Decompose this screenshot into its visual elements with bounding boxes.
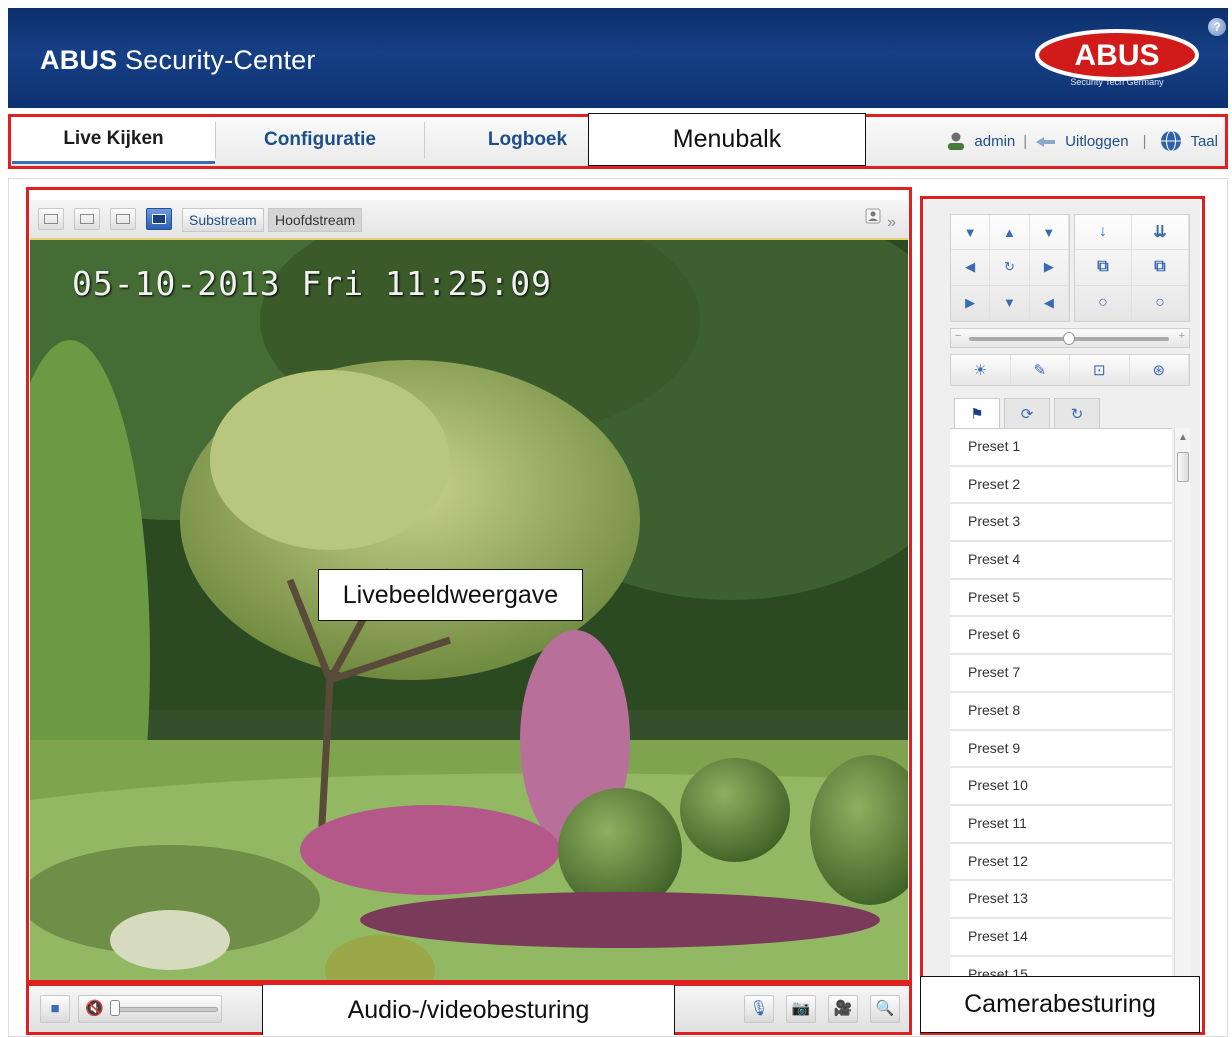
scroll-up-icon[interactable]: ▲ [1178, 432, 1188, 443]
ptz-down-left-button[interactable]: ▶ [951, 285, 991, 321]
preset-list: Preset 1 Preset 2 Preset 3 Preset 4 Pres… [950, 428, 1172, 983]
microphone-icon[interactable]: 🎙 [744, 995, 774, 1023]
user-area: admin | Uitloggen | Taal [946, 130, 1218, 152]
tab-live-view[interactable]: Live Kijken [12, 116, 215, 164]
aspect-4-3-button[interactable] [38, 208, 64, 230]
ptz-down-button[interactable]: ▼ [990, 285, 1030, 321]
lens-init-icon[interactable]: ⊛ [1130, 355, 1189, 385]
aspect-auto-button[interactable] [146, 208, 172, 230]
osd-timestamp: 05-10-2013 Fri 11:25:09 [72, 264, 552, 303]
light-icon[interactable]: ☀ [951, 355, 1011, 385]
menubar-callout: Menubalk [588, 113, 866, 166]
help-icon[interactable]: ? [1208, 18, 1226, 36]
focus-far-button[interactable]: ⧉ [1132, 250, 1189, 286]
preset-item[interactable]: Preset 10 [950, 768, 1172, 806]
preset-item[interactable]: Preset 2 [950, 467, 1172, 505]
zoom-out-button[interactable]: ⇊ [1132, 215, 1189, 251]
preset-item[interactable]: Preset 13 [950, 881, 1172, 919]
username-link[interactable]: admin [974, 133, 1015, 150]
live-view-callout: Livebeeldweergave [318, 569, 583, 621]
image-tools: ☀ ✎ ⊡ ⊛ [950, 354, 1190, 386]
ptz-direction-pad: ▼ ▲ ▼ ◀ ↻ ▶ ▶ ▼ ◀ [950, 214, 1070, 322]
scroll-thumb[interactable] [1177, 452, 1189, 482]
person-icon [865, 208, 881, 224]
preset-scrollbar[interactable]: ▲ [1174, 428, 1190, 983]
tab-configuration[interactable]: Configuratie [216, 116, 424, 164]
substream-button[interactable]: Substream [182, 208, 264, 232]
record-icon[interactable]: 🎥 [828, 995, 858, 1023]
stop-icon[interactable]: ■ [40, 995, 70, 1023]
camera-control-callout: Camerabesturing [920, 976, 1200, 1033]
globe-icon [1161, 130, 1182, 152]
ptz-up-left-button[interactable]: ▼ [951, 215, 991, 251]
audio-video-callout: Audio-/videobesturing [262, 985, 675, 1035]
auxiliary-focus-icon[interactable]: ⊡ [1070, 355, 1130, 385]
app-header: ABUS Security-Center ABUS Security Tech … [8, 8, 1228, 108]
camera-control-panel: ▼ ▲ ▼ ◀ ↻ ▶ ▶ ▼ ◀ ↓ ⇊ ⧉ ⧉ ○ ○ − + ☀ ✎ ⊡ [924, 200, 1200, 1035]
tab-patrol[interactable]: ⟳ [1004, 398, 1050, 428]
ptz-left-button[interactable]: ◀ [951, 250, 991, 286]
app-title: ABUS Security-Center [40, 45, 316, 75]
snapshot-icon[interactable]: 📷 [786, 995, 816, 1023]
preset-item[interactable]: Preset 14 [950, 919, 1172, 957]
separator: | [1142, 132, 1147, 150]
ptz-up-right-button[interactable]: ▼ [1029, 215, 1069, 251]
iris-open-button[interactable]: ○ [1075, 285, 1132, 321]
preset-item[interactable]: Preset 11 [950, 806, 1172, 844]
svg-text:ABUS: ABUS [1074, 39, 1159, 72]
tab-pattern[interactable]: ↻ [1054, 398, 1100, 428]
preset-item[interactable]: Preset 6 [950, 617, 1172, 656]
ptz-speed-slider[interactable]: − + [950, 328, 1190, 348]
language-link[interactable]: Taal [1190, 133, 1218, 150]
zoom-in-button[interactable]: ↓ [1075, 215, 1132, 251]
iris-close-button[interactable]: ○ [1132, 285, 1189, 321]
preset-item[interactable]: Preset 7 [950, 655, 1172, 693]
user-icon [948, 132, 965, 150]
lens-control-pad: ↓ ⇊ ⧉ ⧉ ○ ○ [1074, 214, 1190, 322]
aspect-16-9-button[interactable] [74, 208, 100, 230]
mainstream-button[interactable]: Hoofdstream [268, 208, 363, 232]
fullscreen-icon[interactable]: » [863, 207, 896, 232]
volume-slider[interactable] [114, 1007, 218, 1012]
logout-icon [1036, 137, 1056, 147]
ptz-right-button[interactable]: ▶ [1029, 250, 1069, 286]
speed-knob[interactable] [1063, 332, 1075, 345]
volume-slider-knob[interactable] [110, 1000, 120, 1016]
speed-plus: + [1178, 330, 1185, 342]
preset-item[interactable]: Preset 8 [950, 693, 1172, 731]
zoom-icon[interactable]: 🔍 [870, 995, 900, 1023]
abus-logo: ABUS Security Tech Germany [1035, 29, 1199, 87]
preset-item[interactable]: Preset 4 [950, 542, 1172, 580]
speed-minus: − [955, 330, 962, 342]
ptz-up-button[interactable]: ▲ [990, 215, 1030, 251]
tab-presets[interactable]: ⚑ [954, 398, 1000, 428]
mute-icon[interactable]: 🔇 [85, 1000, 104, 1017]
preset-item[interactable]: Preset 5 [950, 580, 1172, 618]
ptz-down-right-button[interactable]: ◀ [1029, 285, 1069, 321]
svg-text:Security Tech Germany: Security Tech Germany [1070, 77, 1164, 87]
ptz-auto-button[interactable]: ↻ [990, 250, 1030, 286]
separator: | [1023, 132, 1028, 150]
video-toolbar: Substream Hoofdstream » [30, 200, 908, 240]
logout-link[interactable]: Uitloggen [1065, 133, 1128, 150]
preset-item[interactable]: Preset 12 [950, 844, 1172, 882]
wiper-icon[interactable]: ✎ [1011, 355, 1070, 385]
focus-near-button[interactable]: ⧉ [1075, 250, 1132, 286]
page: ABUS Security-Center ABUS Security Tech … [0, 0, 1232, 1037]
ptz-tabs: ⚑ ⟳ ↻ [954, 398, 1100, 428]
aspect-original-button[interactable] [110, 208, 136, 230]
preset-item[interactable]: Preset 3 [950, 504, 1172, 543]
preset-item[interactable]: Preset 1 [950, 429, 1172, 467]
preset-item[interactable]: Preset 9 [950, 731, 1172, 769]
